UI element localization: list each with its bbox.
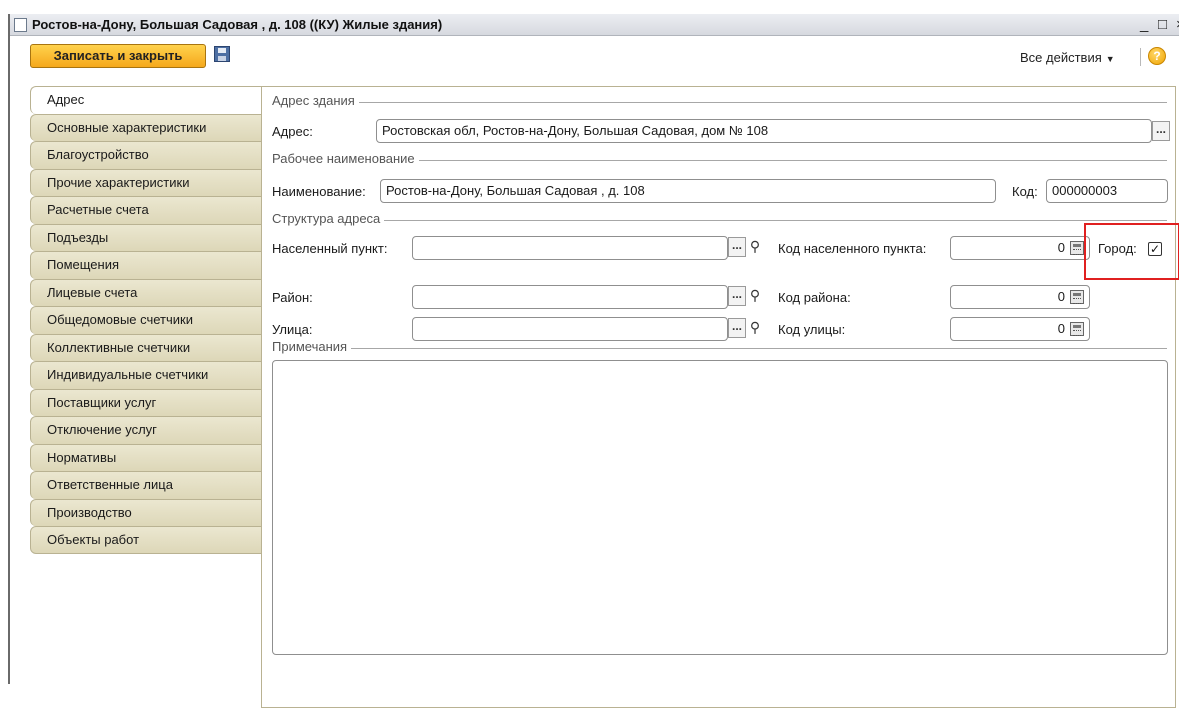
- all-actions-menu[interactable]: Все действия ▼: [1020, 50, 1115, 65]
- calculator-icon[interactable]: [1070, 241, 1084, 255]
- street-select-button[interactable]: ...: [728, 318, 746, 338]
- form-window: Ростов-на-Дону, Большая Садовая , д. 108…: [8, 14, 1179, 708]
- street-code-field[interactable]: 0: [950, 317, 1090, 341]
- calculator-icon[interactable]: [1070, 290, 1084, 304]
- tab-service-providers[interactable]: Поставщики услуг: [30, 388, 262, 416]
- code-field[interactable]: 000000003: [1046, 179, 1168, 203]
- group-divider: [272, 220, 1167, 221]
- tab-individual-meters[interactable]: Индивидуальные счетчики: [30, 361, 262, 389]
- district-code-label: Код района:: [778, 290, 851, 305]
- group-title-notes: Примечания: [272, 339, 352, 354]
- city-highlight-box: [1084, 223, 1179, 280]
- tab-main-characteristics[interactable]: Основные характеристики: [30, 113, 262, 141]
- address-field[interactable]: Ростовская обл, Ростов-на-Дону, Большая …: [376, 119, 1152, 143]
- minimize-button[interactable]: _: [1140, 16, 1148, 33]
- tab-collective-meters[interactable]: Коллективные счетчики: [30, 333, 262, 361]
- name-label: Наименование:: [272, 184, 366, 199]
- background-strip: [0, 0, 1179, 14]
- name-field[interactable]: Ростов-на-Дону, Большая Садовая , д. 108: [380, 179, 996, 203]
- address-panel: Адрес здания Адрес: Ростовская обл, Рост…: [261, 86, 1176, 708]
- calculator-icon[interactable]: [1070, 322, 1084, 336]
- notes-textarea[interactable]: [272, 360, 1168, 655]
- address-select-button[interactable]: ...: [1152, 121, 1170, 141]
- district-field[interactable]: [412, 285, 728, 309]
- district-label: Район:: [272, 290, 313, 305]
- district-search-icon[interactable]: ⚲: [747, 286, 763, 304]
- tab-landscaping[interactable]: Благоустройство: [30, 141, 262, 169]
- all-actions-label: Все действия: [1020, 50, 1102, 65]
- window-title: Ростов-на-Дону, Большая Садовая , д. 108…: [32, 17, 443, 32]
- settlement-label: Населенный пункт:: [272, 241, 388, 256]
- group-title-working-name: Рабочее наименование: [272, 151, 419, 166]
- settlement-code-label: Код населенного пункта:: [778, 241, 927, 256]
- code-label: Код:: [1012, 184, 1038, 199]
- tab-personal-accounts[interactable]: Лицевые счета: [30, 278, 262, 306]
- chevron-down-icon: ▼: [1105, 54, 1115, 64]
- street-field[interactable]: [412, 317, 728, 341]
- toolbar: Записать и закрыть Все действия ▼ ?: [10, 38, 1179, 72]
- settlement-code-field[interactable]: 0: [950, 236, 1090, 260]
- help-icon[interactable]: ?: [1148, 47, 1166, 65]
- tab-work-objects[interactable]: Объекты работ: [30, 526, 262, 554]
- document-icon: [14, 18, 27, 32]
- toolbar-separator: [1140, 48, 1141, 66]
- address-label: Адрес:: [272, 124, 313, 139]
- tab-responsible-persons[interactable]: Ответственные лица: [30, 471, 262, 499]
- save-and-close-button[interactable]: Записать и закрыть: [30, 44, 206, 68]
- tab-bank-accounts[interactable]: Расчетные счета: [30, 196, 262, 224]
- tab-production[interactable]: Производство: [30, 498, 262, 526]
- tab-standards[interactable]: Нормативы: [30, 443, 262, 471]
- tab-address[interactable]: Адрес: [30, 86, 262, 114]
- group-title-address-structure: Структура адреса: [272, 211, 385, 226]
- tab-list: Адрес Основные характеристики Благоустро…: [30, 86, 262, 554]
- group-title-building-address: Адрес здания: [272, 93, 359, 108]
- tab-entrances[interactable]: Подъезды: [30, 223, 262, 251]
- street-label: Улица:: [272, 322, 313, 337]
- save-icon[interactable]: [214, 46, 230, 62]
- district-code-field[interactable]: 0: [950, 285, 1090, 309]
- group-divider: [272, 102, 1167, 103]
- street-code-label: Код улицы:: [778, 322, 846, 337]
- group-divider: [272, 348, 1167, 349]
- settlement-field[interactable]: [412, 236, 728, 260]
- street-search-icon[interactable]: ⚲: [747, 318, 763, 336]
- tab-other-characteristics[interactable]: Прочие характеристики: [30, 168, 262, 196]
- settlement-search-icon[interactable]: ⚲: [747, 237, 763, 255]
- settlement-select-button[interactable]: ...: [728, 237, 746, 257]
- district-select-button[interactable]: ...: [728, 286, 746, 306]
- title-bar: Ростов-на-Дону, Большая Садовая , д. 108…: [10, 14, 1179, 36]
- tab-service-disconnection[interactable]: Отключение услуг: [30, 416, 262, 444]
- tab-house-meters[interactable]: Общедомовые счетчики: [30, 306, 262, 334]
- maximize-button[interactable]: □: [1158, 16, 1167, 33]
- tab-premises[interactable]: Помещения: [30, 251, 262, 279]
